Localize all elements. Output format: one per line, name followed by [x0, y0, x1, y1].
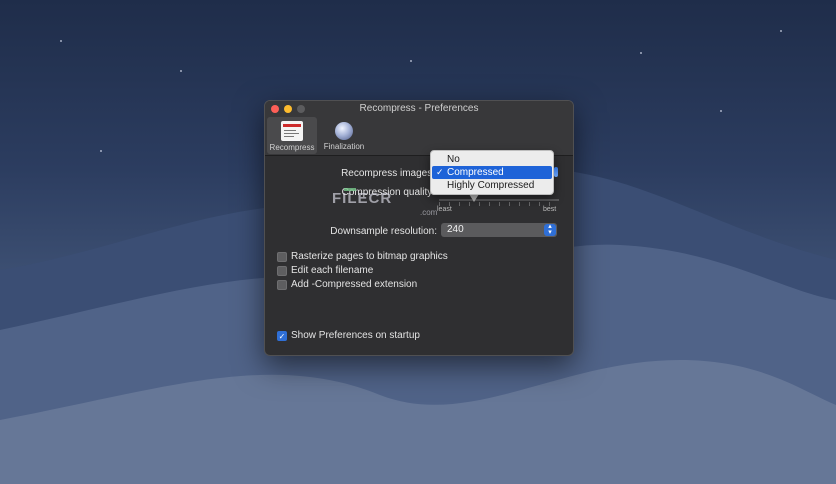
checkmark-icon[interactable]: ✓ — [277, 331, 287, 341]
star — [60, 40, 62, 42]
slider-knob[interactable] — [469, 194, 479, 202]
checkbox-label: Add -Compressed extension — [291, 279, 418, 290]
option-label: Highly Compressed — [447, 180, 535, 191]
checkbox-box[interactable] — [277, 252, 287, 262]
slider-max-label: best — [543, 206, 557, 213]
slider-min-label: least — [437, 206, 452, 213]
watermark: FILECR — [332, 190, 393, 207]
star — [780, 30, 782, 32]
window-title: Recompress - Preferences — [359, 103, 479, 114]
checkmark-icon: ✓ — [436, 167, 444, 177]
popup-option-compressed[interactable]: ✓ Compressed — [432, 166, 552, 179]
tab-finalization[interactable]: Finalization — [319, 117, 369, 154]
checkbox-label: Rasterize pages to bitmap graphics — [291, 251, 448, 262]
checkbox-box[interactable] — [277, 280, 287, 290]
watermark-suffix: .com — [420, 208, 438, 217]
downsample-resolution-select[interactable]: 240 ▴ ▾ — [441, 223, 557, 237]
recompress-images-label: Recompress images: — [341, 168, 435, 179]
pdf-recompress-icon — [281, 121, 303, 141]
tab-label: Recompress — [269, 143, 315, 152]
checkbox-label: Show Preferences on startup — [291, 330, 420, 341]
star — [180, 70, 182, 72]
option-label: Compressed — [447, 167, 504, 178]
checkbox-box[interactable] — [277, 266, 287, 276]
tab-label: Finalization — [323, 142, 365, 151]
tab-recompress[interactable]: Recompress — [267, 117, 317, 154]
select-value: 240 — [447, 224, 464, 235]
popup-scroll-indicator — [554, 167, 558, 177]
globe-icon — [335, 122, 353, 140]
option-label: No — [447, 154, 460, 165]
star — [100, 150, 102, 152]
preferences-window: Recompress - Preferences Recompress Fina… — [264, 100, 574, 356]
window-titlebar[interactable]: Recompress - Preferences — [265, 101, 573, 117]
popup-option-highly-compressed[interactable]: Highly Compressed — [432, 179, 552, 192]
recompress-images-popup-menu: No ✓ Compressed Highly Compressed — [430, 150, 558, 195]
compression-quality-slider[interactable] — [439, 199, 559, 201]
star — [640, 52, 642, 54]
slider-ticks — [439, 202, 559, 206]
downsample-resolution-label: Downsample resolution: — [330, 226, 437, 237]
star — [410, 60, 412, 62]
checkbox-label: Edit each filename — [291, 265, 374, 276]
chevron-updown-icon: ▴ ▾ — [544, 223, 556, 236]
popup-option-no[interactable]: No — [432, 153, 552, 166]
star — [720, 110, 722, 112]
